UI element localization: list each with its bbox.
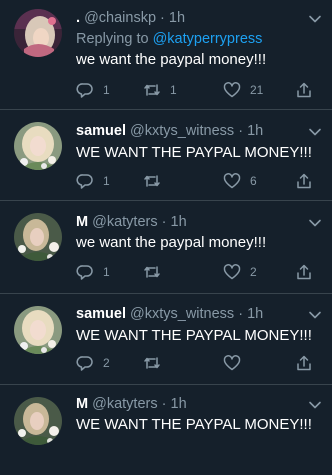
like-button[interactable]: 2 — [223, 262, 257, 282]
tweet-actions: 1 1 21 — [70, 80, 320, 100]
reply-count: 1 — [103, 174, 110, 188]
like-icon — [223, 264, 241, 280]
reply-icon — [76, 265, 93, 280]
timestamp[interactable]: 1h — [171, 396, 187, 412]
tweet-header: samuel @kxtys_witness · 1h — [76, 305, 302, 323]
reply-count: 1 — [103, 265, 110, 279]
replying-to: Replying to @katyperrypress — [76, 30, 262, 48]
retweet-icon — [144, 84, 160, 96]
tweet-header: samuel @kxtys_witness · 1h — [76, 122, 302, 140]
like-count: 6 — [250, 174, 257, 188]
reply-button[interactable]: 1 — [76, 262, 110, 282]
replying-to-label: Replying to — [76, 31, 149, 47]
like-icon — [223, 173, 241, 189]
retweet-button[interactable] — [143, 171, 170, 191]
like-count: 2 — [250, 265, 257, 279]
reply-icon — [76, 174, 93, 189]
avatar[interactable] — [14, 397, 62, 445]
user-handle[interactable]: @katyters — [92, 396, 157, 412]
tweet[interactable]: M @katyters · 1h we want the paypal mone… — [0, 201, 332, 294]
tweet-text: WE WANT THE PAYPAL MONEY!!! — [76, 144, 312, 161]
share-button[interactable] — [295, 80, 313, 100]
share-icon — [297, 264, 311, 280]
like-button[interactable]: 6 — [223, 171, 257, 191]
tweet[interactable]: M @katyters · 1h WE WANT THE PAYPAL MONE… — [0, 385, 332, 475]
tweet-text: we want the paypal money!!! — [76, 234, 267, 251]
retweet-icon — [144, 175, 160, 187]
timestamp[interactable]: 1h — [169, 10, 185, 26]
tweet[interactable]: . @chainskp · 1h Replying to @katyperryp… — [0, 0, 332, 110]
tweet-header: . @chainskp · 1h — [76, 9, 302, 27]
like-count: 21 — [250, 83, 264, 97]
tweet-actions: 1 2 — [70, 262, 320, 282]
avatar[interactable] — [14, 306, 62, 354]
like-icon — [223, 82, 241, 98]
retweet-count: 1 — [170, 83, 177, 97]
retweet-button[interactable] — [143, 262, 170, 282]
tweet-actions: 1 6 — [70, 171, 320, 191]
tweet[interactable]: samuel @kxtys_witness · 1h WE WANT THE P… — [0, 110, 332, 201]
user-handle[interactable]: @chainskp — [84, 10, 156, 26]
retweet-icon — [144, 266, 160, 278]
timestamp[interactable]: 1h — [247, 306, 263, 322]
reply-count: 1 — [103, 83, 110, 97]
separator: · — [161, 214, 167, 230]
chevron-down-icon[interactable] — [308, 125, 322, 139]
mention-link[interactable]: @katyperrypress — [153, 31, 263, 47]
display-name[interactable]: M — [76, 396, 88, 412]
retweet-button[interactable] — [143, 353, 170, 373]
share-icon — [297, 173, 311, 189]
user-handle[interactable]: @kxtys_witness — [130, 306, 234, 322]
reply-icon — [76, 356, 93, 371]
display-name[interactable]: . — [76, 10, 80, 26]
like-button[interactable] — [223, 353, 250, 373]
separator: · — [160, 10, 165, 26]
chevron-down-icon[interactable] — [308, 398, 322, 412]
retweet-button[interactable]: 1 — [143, 80, 177, 100]
reply-button[interactable]: 2 — [76, 353, 110, 373]
chevron-down-icon[interactable] — [308, 12, 322, 26]
reply-count: 2 — [103, 356, 110, 370]
tweet-text: WE WANT THE PAYPAL MONEY!!! — [76, 416, 312, 433]
chevron-down-icon[interactable] — [308, 216, 322, 230]
share-button[interactable] — [295, 353, 313, 373]
tweet-text: WE WANT THE PAYPAL MONEY!!! — [76, 327, 312, 344]
chevron-down-icon[interactable] — [308, 308, 322, 322]
display-name[interactable]: samuel — [76, 306, 126, 322]
tweet-actions: 2 — [70, 353, 320, 373]
avatar[interactable] — [14, 9, 62, 57]
separator: · — [238, 306, 244, 322]
share-icon — [297, 355, 311, 371]
separator: · — [238, 123, 244, 139]
tweet-text: we want the paypal money!!! — [76, 51, 267, 68]
user-handle[interactable]: @kxtys_witness — [130, 123, 234, 139]
avatar[interactable] — [14, 122, 62, 170]
avatar[interactable] — [14, 213, 62, 261]
retweet-icon — [144, 357, 160, 369]
user-handle[interactable]: @katyters — [92, 214, 157, 230]
display-name[interactable]: samuel — [76, 123, 126, 139]
share-button[interactable] — [295, 262, 313, 282]
reply-icon — [76, 83, 93, 98]
share-button[interactable] — [295, 171, 313, 191]
timestamp[interactable]: 1h — [171, 214, 187, 230]
reply-button[interactable]: 1 — [76, 171, 110, 191]
tweet[interactable]: samuel @kxtys_witness · 1h WE WANT THE P… — [0, 294, 332, 385]
like-button[interactable]: 21 — [223, 80, 263, 100]
tweet-header: M @katyters · 1h — [76, 395, 302, 413]
share-icon — [297, 82, 311, 98]
timestamp[interactable]: 1h — [247, 123, 263, 139]
display-name[interactable]: M — [76, 214, 88, 230]
reply-button[interactable]: 1 — [76, 80, 110, 100]
like-icon — [223, 355, 241, 371]
separator: · — [161, 396, 167, 412]
tweet-header: M @katyters · 1h — [76, 213, 302, 231]
